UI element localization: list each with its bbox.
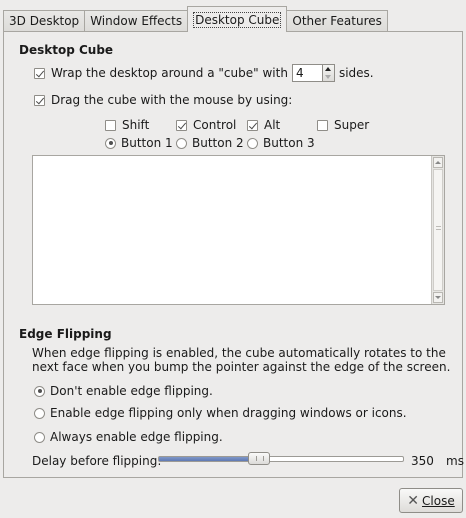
wrap-row: Wrap the desktop around a "cube" with 4 … (34, 64, 374, 82)
shift-checkbox[interactable] (105, 119, 116, 131)
edge-option-dragging[interactable]: Enable edge flipping only when dragging … (34, 406, 407, 420)
wrap-checkbox[interactable] (34, 67, 45, 79)
tab-window-effects[interactable]: Window Effects (84, 10, 189, 32)
drag-label: Drag the cube with the mouse by using: (51, 93, 293, 107)
shift-label: Shift (122, 118, 150, 132)
modifier-shift[interactable]: Shift (105, 118, 149, 132)
modifier-alt[interactable]: Alt (247, 118, 280, 132)
vertical-scrollbar[interactable] (431, 156, 444, 304)
delay-slider-handle[interactable] (248, 452, 270, 465)
edge-option-disabled[interactable]: Don't enable edge flipping. (34, 384, 213, 398)
close-button-label: Close (422, 493, 455, 508)
tab-bar: 3D Desktop Window Effects Desktop Cube O… (3, 6, 388, 32)
control-checkbox[interactable] (176, 119, 187, 131)
modifier-control[interactable]: Control (176, 118, 236, 132)
spin-down-icon[interactable] (323, 73, 334, 81)
button-3-label: Button 3 (263, 136, 315, 150)
tab-desktop-cube-label: Desktop Cube (193, 12, 282, 28)
button-1-label: Button 1 (121, 136, 173, 150)
edge-option-always[interactable]: Always enable edge flipping. (34, 430, 223, 444)
edge-always-radio[interactable] (34, 431, 45, 443)
sides-spinbutton[interactable]: 4 (291, 64, 335, 82)
edge-flipping-heading: Edge Flipping (19, 327, 112, 341)
delay-unit: ms (446, 454, 464, 468)
wrap-label: Wrap the desktop around a "cube" with (51, 66, 288, 80)
tab-other-features[interactable]: Other Features (286, 10, 388, 32)
tab-3d-desktop[interactable]: 3D Desktop (3, 10, 86, 32)
delay-slider[interactable] (158, 452, 404, 465)
control-label: Control (193, 118, 237, 132)
button-3-option[interactable]: Button 3 (247, 136, 315, 150)
preferences-window: 3D Desktop Window Effects Desktop Cube O… (0, 0, 466, 518)
spin-up-icon[interactable] (323, 65, 334, 73)
edge-dragging-label: Enable edge flipping only when dragging … (50, 406, 407, 420)
button-1-radio[interactable] (105, 137, 116, 149)
button-2-label: Button 2 (192, 136, 244, 150)
modifier-super[interactable]: Super (317, 118, 369, 132)
cube-preview-list[interactable] (32, 155, 445, 305)
edge-flipping-description: When edge flipping is enabled, the cube … (32, 346, 451, 374)
button-1-option[interactable]: Button 1 (105, 136, 173, 150)
scroll-thumb[interactable] (433, 169, 443, 291)
scroll-down-icon[interactable] (433, 292, 443, 303)
close-button[interactable]: ✕ Close (399, 488, 463, 513)
scroll-grip-icon (436, 226, 441, 230)
edge-disabled-radio[interactable] (34, 385, 45, 397)
sides-input[interactable]: 4 (291, 64, 323, 82)
button-3-radio[interactable] (247, 137, 258, 149)
super-label: Super (334, 118, 370, 132)
edge-dragging-radio[interactable] (34, 407, 45, 419)
desktop-cube-heading: Desktop Cube (19, 43, 114, 57)
edge-always-label: Always enable edge flipping. (50, 430, 223, 444)
tab-desktop-cube[interactable]: Desktop Cube (187, 6, 288, 32)
super-checkbox[interactable] (317, 119, 328, 131)
drag-row: Drag the cube with the mouse by using: (34, 93, 292, 107)
sides-suffix-label: sides. (338, 66, 374, 80)
delay-slider-fill (159, 457, 259, 461)
close-icon: ✕ (407, 492, 420, 509)
alt-label: Alt (264, 118, 281, 132)
drag-checkbox[interactable] (34, 94, 45, 106)
scroll-up-icon[interactable] (433, 157, 443, 168)
button-2-radio[interactable] (176, 137, 187, 149)
alt-checkbox[interactable] (247, 119, 258, 131)
delay-label: Delay before flipping: (32, 454, 162, 468)
delay-value: 350 (411, 454, 434, 468)
edge-disabled-label: Don't enable edge flipping. (50, 384, 213, 398)
button-2-option[interactable]: Button 2 (176, 136, 244, 150)
sides-spin-buttons (322, 64, 335, 82)
